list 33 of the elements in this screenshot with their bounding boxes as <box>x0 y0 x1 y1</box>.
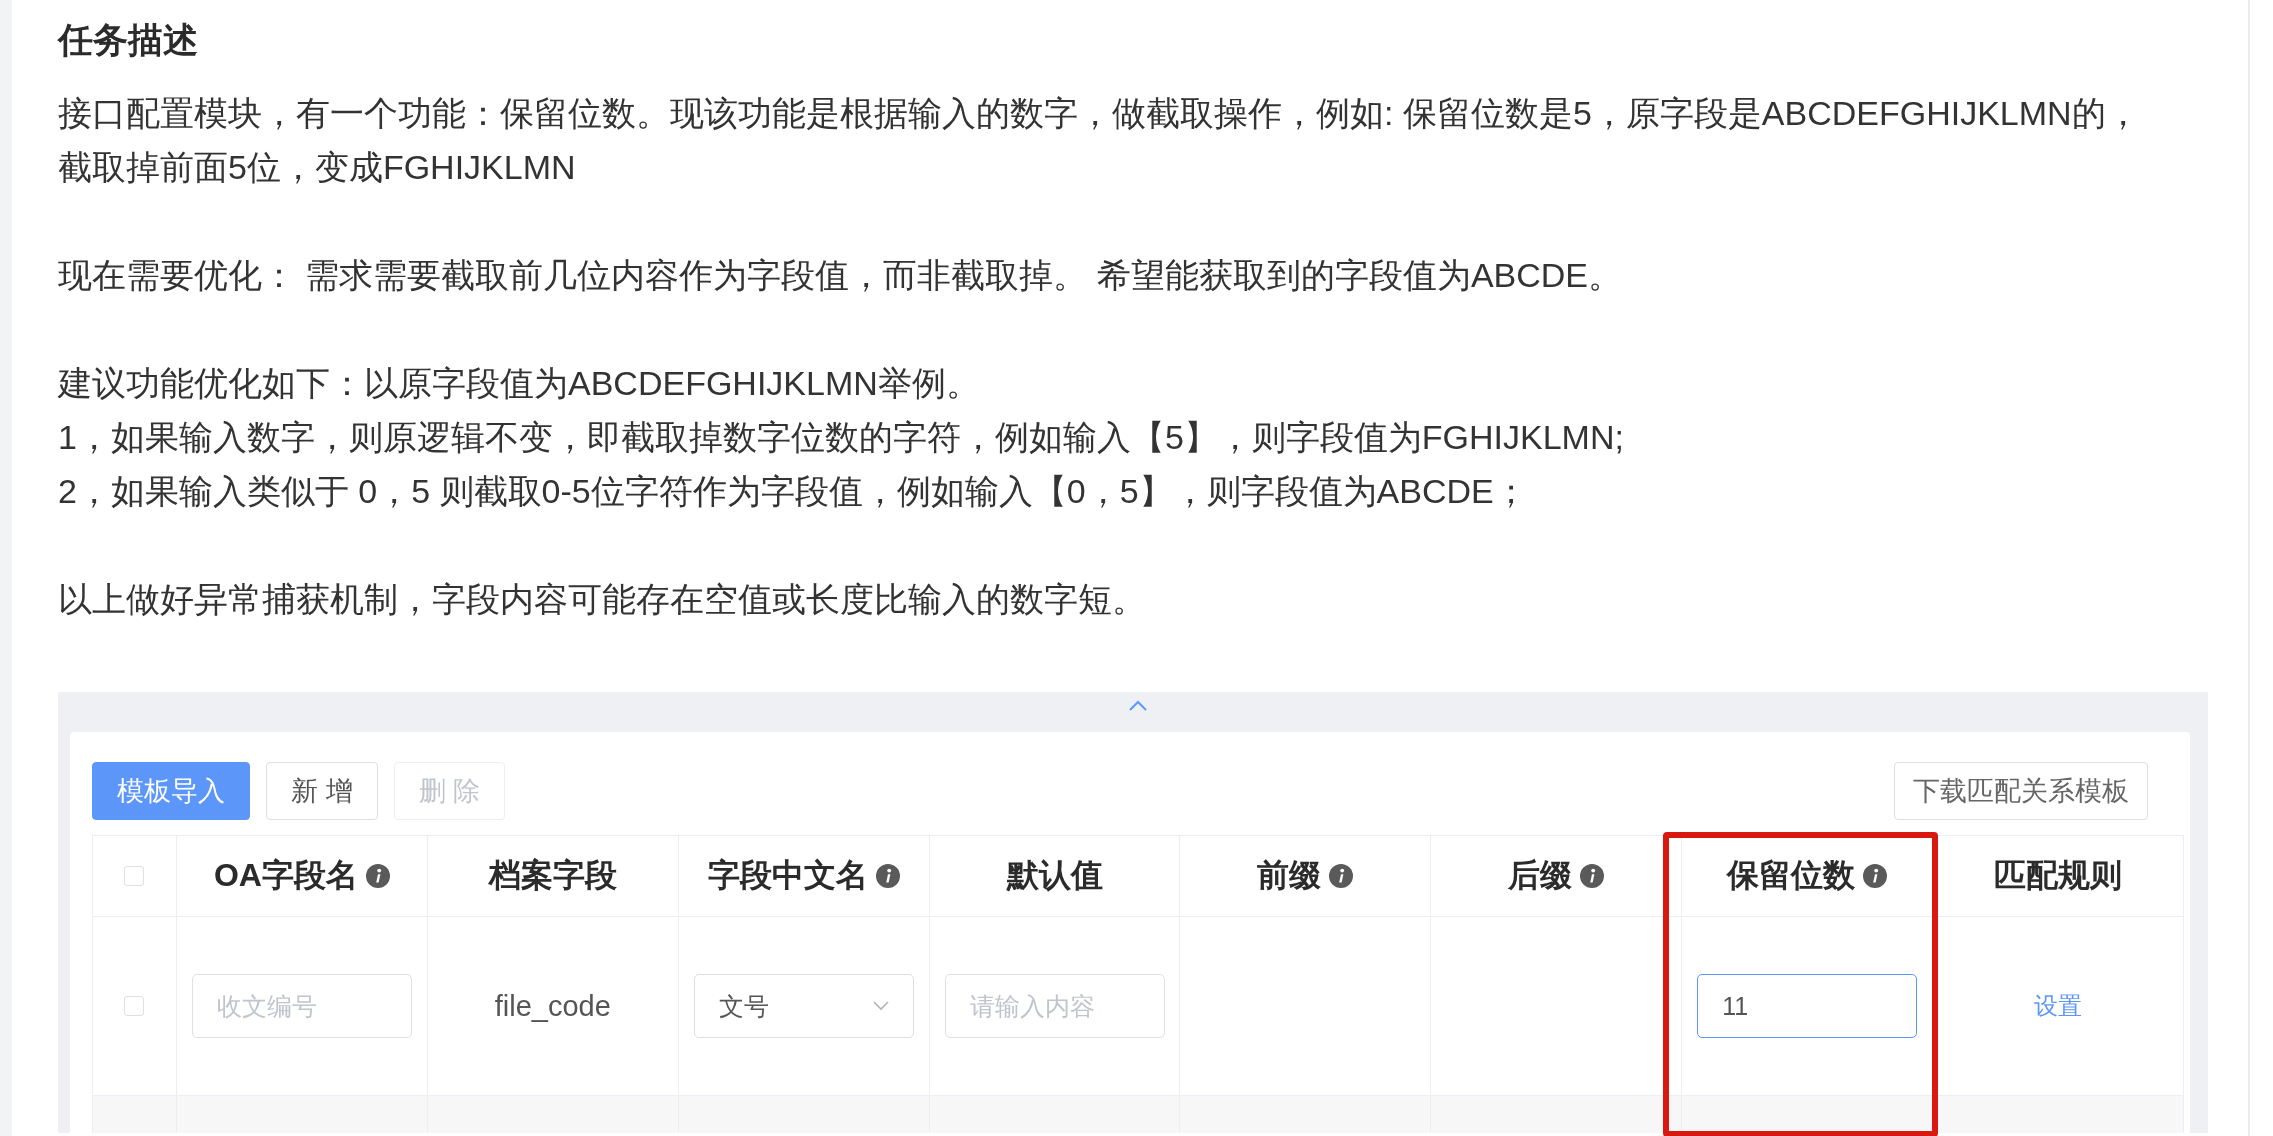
column-header: 匹配规则 <box>1994 856 2122 895</box>
table-cell: file_code <box>494 989 611 1023</box>
download-template-button[interactable]: 下载匹配关系模板 <box>1894 762 2148 820</box>
column-header: 后缀 <box>1508 856 1573 895</box>
row-checkbox[interactable] <box>124 996 145 1016</box>
column-header: 前缀 <box>1257 856 1322 895</box>
text-line: 建议功能优化如下：以原字段值为ABCDEFGHIJKLMN举例。 <box>58 363 981 404</box>
select-all-checkbox[interactable] <box>124 866 145 886</box>
text-line: 接口配置模块，有一个功能：保留位数。现该功能是根据输入的数字，做截取操作，例如: 保留位数是5，原字段是ABCDEFGHIJKLMN的， <box>58 93 2141 134</box>
column-header: 保留位数 <box>1727 856 1856 895</box>
section-title: 任务描述 <box>58 19 199 61</box>
select-field[interactable]: 文号 <box>693 974 914 1038</box>
info-icon[interactable] <box>1580 864 1605 888</box>
toolbar-button[interactable]: 模板导入 <box>92 762 250 820</box>
column-header: 默认值 <box>1006 856 1103 895</box>
input-field[interactable]: 11 <box>1697 974 1918 1038</box>
input-field[interactable]: 收文编号 <box>191 974 412 1038</box>
info-icon[interactable] <box>365 864 390 888</box>
chevron-down-icon <box>872 1001 889 1011</box>
text-line: 截取掉前面5位，变成FGHIJKLMN <box>58 147 577 188</box>
settings-link[interactable]: 设置 <box>2034 990 2082 1022</box>
text-line: 2，如果输入类似于 0，5 则截取0-5位字符作为字段值，例如输入【0，5】，则字段值为ABCDE； <box>58 471 1529 512</box>
column-header: 档案字段 <box>488 856 617 895</box>
column-header: OA字段名 <box>213 856 358 895</box>
info-icon[interactable] <box>1863 864 1888 888</box>
info-icon[interactable] <box>1329 864 1354 888</box>
input-field[interactable]: 请输入内容 <box>944 974 1165 1038</box>
toolbar-button[interactable]: 新 增 <box>266 762 378 820</box>
text-line: 现在需要优化： 需求需要截取前几位内容作为字段值，而非截取掉。 希望能获取到的字段值为ABCDE。 <box>58 255 1624 296</box>
text-line: 以上做好异常捕获机制，字段内容可能存在空值或长度比输入的数字短。 <box>58 579 1147 620</box>
column-header: 字段中文名 <box>707 856 868 895</box>
text-line: 1，如果输入数字，则原逻辑不变，即截取掉数字位数的字符，例如输入【5】，则字段值为FGHIJKLMN; <box>58 417 1625 458</box>
info-icon[interactable] <box>875 864 900 888</box>
